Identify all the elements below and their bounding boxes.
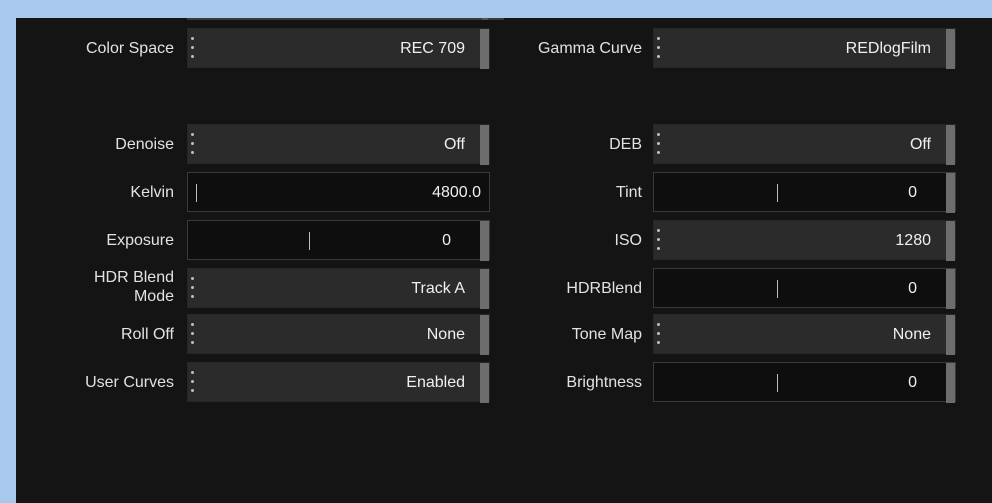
user-curves-label: User Curves xyxy=(85,374,174,391)
kelvin-slider[interactable]: 4800.0 xyxy=(187,172,490,212)
window-frame: Color Space REC 709 Denoise Off Kelvin 4… xyxy=(0,0,992,503)
tint-slider[interactable]: 0 xyxy=(653,172,956,213)
roll-off-value: None xyxy=(426,326,465,343)
tint-value: 0 xyxy=(908,184,917,201)
slider-handle[interactable] xyxy=(777,184,778,202)
grip-icon xyxy=(656,131,661,157)
iso-dropdown[interactable]: 1280 xyxy=(653,220,956,261)
slider-handle[interactable] xyxy=(196,184,197,202)
color-space-value: REC 709 xyxy=(400,40,465,57)
brightness-label: Brightness xyxy=(566,374,642,391)
gamma-curve-label: Gamma Curve xyxy=(537,40,642,57)
color-space-label: Color Space xyxy=(85,40,174,57)
slider-endcap xyxy=(946,269,955,309)
deb-label: DEB xyxy=(609,136,642,153)
user-curves-dropdown[interactable]: Enabled xyxy=(187,362,490,403)
roll-off-label: Roll Off xyxy=(120,326,174,343)
grip-icon xyxy=(190,321,195,347)
dropdown-endcap xyxy=(480,315,489,355)
color-space-dropdown[interactable]: REC 709 xyxy=(187,28,490,69)
tone-map-value: None xyxy=(892,326,931,343)
slider-endcap xyxy=(946,363,955,403)
roll-off-dropdown[interactable]: None xyxy=(187,314,490,355)
grip-icon xyxy=(190,131,195,157)
slider-endcap xyxy=(480,221,489,261)
brightness-value: 0 xyxy=(908,374,917,391)
grip-icon xyxy=(656,35,661,61)
dropdown-endcap xyxy=(480,125,489,165)
tone-map-label: Tone Map xyxy=(571,326,642,343)
denoise-label: Denoise xyxy=(115,136,174,153)
scrolled-control-remnant xyxy=(187,18,504,20)
grip-icon xyxy=(656,321,661,347)
iso-label: ISO xyxy=(614,232,642,249)
user-curves-value: Enabled xyxy=(406,374,465,391)
hdr-blend-mode-value: Track A xyxy=(411,280,465,297)
tone-map-dropdown[interactable]: None xyxy=(653,314,956,355)
iso-value: 1280 xyxy=(895,232,931,249)
dropdown-endcap xyxy=(946,315,955,355)
hdr-blend-mode-label: HDR Blend Mode xyxy=(36,268,174,306)
hdr-blend-mode-label-line2: Mode xyxy=(133,288,174,305)
exposure-slider[interactable]: 0 xyxy=(187,220,490,261)
denoise-value: Off xyxy=(443,136,465,153)
hdr-blend-mode-dropdown[interactable]: Track A xyxy=(187,268,490,309)
grip-icon xyxy=(190,369,195,395)
exposure-value: 0 xyxy=(442,232,451,249)
hdrblend-label: HDRBlend xyxy=(566,280,642,297)
grip-icon xyxy=(656,227,661,253)
grip-icon xyxy=(190,275,195,301)
denoise-dropdown[interactable]: Off xyxy=(187,124,490,165)
hdr-blend-mode-label-line1: HDR Blend xyxy=(93,269,174,286)
hdrblend-slider[interactable]: 0 xyxy=(653,268,956,309)
hdrblend-value: 0 xyxy=(908,280,917,297)
kelvin-value: 4800.0 xyxy=(432,184,481,201)
tint-label: Tint xyxy=(615,184,642,201)
exposure-label: Exposure xyxy=(106,232,174,249)
dropdown-endcap xyxy=(480,269,489,309)
gamma-curve-dropdown[interactable]: REDlogFilm xyxy=(653,28,956,69)
slider-handle[interactable] xyxy=(777,280,778,298)
grip-icon xyxy=(190,35,195,61)
deb-value: Off xyxy=(909,136,931,153)
deb-dropdown[interactable]: Off xyxy=(653,124,956,165)
dropdown-endcap xyxy=(946,125,955,165)
kelvin-label: Kelvin xyxy=(130,184,174,201)
camera-settings-panel: Color Space REC 709 Denoise Off Kelvin 4… xyxy=(16,18,992,503)
scrolled-control-endcap xyxy=(482,18,488,20)
dropdown-endcap xyxy=(480,363,489,403)
slider-handle[interactable] xyxy=(309,232,310,250)
dropdown-endcap xyxy=(946,29,955,69)
slider-endcap xyxy=(946,173,955,213)
slider-handle[interactable] xyxy=(777,374,778,392)
brightness-slider[interactable]: 0 xyxy=(653,362,956,403)
dropdown-endcap xyxy=(946,221,955,261)
dropdown-endcap xyxy=(480,29,489,69)
gamma-curve-value: REDlogFilm xyxy=(845,40,931,57)
